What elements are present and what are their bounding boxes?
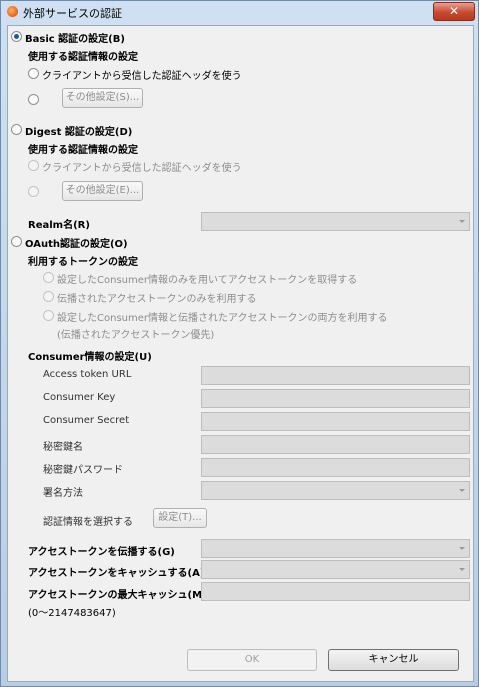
cache-token-label: アクセストークンをキャッシュする(A) xyxy=(28,568,205,579)
oauth-consumer-only-label: 設定したConsumer情報のみを用いてアクセストークンを取得する xyxy=(57,275,358,286)
realm-combo[interactable] xyxy=(201,212,470,231)
oauth-both-radio[interactable] xyxy=(43,310,54,321)
chevron-down-icon xyxy=(459,220,465,223)
basic-auth-label: Basic 認証の設定(B) xyxy=(25,34,125,45)
access-token-url-input[interactable] xyxy=(201,366,470,385)
digest-credentials-heading: 使用する認証情報の設定 xyxy=(28,145,138,156)
realm-label: Realm名(R) xyxy=(28,220,90,231)
close-button[interactable]: ✕ xyxy=(433,2,475,21)
private-key-password-label: 秘密鍵パスワード xyxy=(43,465,123,476)
max-cache-input[interactable] xyxy=(201,582,470,601)
consumer-secret-label: Consumer Secret xyxy=(43,415,130,426)
oauth-auth-label: OAuth認証の設定(O) xyxy=(25,239,128,250)
max-cache-range: (0～2147483647) xyxy=(28,608,116,619)
select-credentials-button[interactable]: 設定(T)... xyxy=(153,508,207,528)
basic-client-header-radio[interactable] xyxy=(28,68,39,79)
app-icon xyxy=(7,6,18,17)
chevron-down-icon xyxy=(459,547,465,550)
max-cache-label: アクセストークンの最大キャッシュ(M) xyxy=(28,590,207,601)
basic-client-header-label: クライアントから受信した認証ヘッダを使う xyxy=(42,71,242,82)
ok-button[interactable]: OK xyxy=(187,649,317,671)
oauth-token-heading: 利用するトークンの設定 xyxy=(28,257,138,268)
signature-method-label: 署名方法 xyxy=(43,488,83,499)
propagate-token-combo[interactable] xyxy=(201,539,470,558)
consumer-key-input[interactable] xyxy=(201,389,470,408)
chevron-down-icon xyxy=(459,489,465,492)
select-credentials-label: 認証情報を選択する xyxy=(43,517,133,528)
private-key-name-input[interactable] xyxy=(201,435,470,454)
window-title: 外部サービスの認証 xyxy=(23,7,122,20)
digest-other-settings-button[interactable]: その他設定(E)... xyxy=(62,181,143,201)
basic-credentials-heading: 使用する認証情報の設定 xyxy=(28,52,138,63)
consumer-key-label: Consumer Key xyxy=(43,392,116,403)
oauth-propagated-only-radio[interactable] xyxy=(43,291,54,302)
dialog-content: Basic 認証の設定(B) 使用する認証情報の設定 クライアントから受信した認… xyxy=(7,25,474,682)
oauth-both-note: (伝播されたアクセストークン優先) xyxy=(57,330,215,341)
oauth-consumer-only-radio[interactable] xyxy=(43,272,54,283)
signature-method-combo[interactable] xyxy=(201,481,470,500)
title-bar[interactable]: 外部サービスの認証 ✕ xyxy=(1,1,478,23)
digest-other-radio[interactable] xyxy=(28,186,39,197)
digest-client-header-radio[interactable] xyxy=(28,160,39,171)
consumer-secret-input[interactable] xyxy=(201,412,470,431)
cancel-button[interactable]: キャンセル xyxy=(328,649,459,671)
oauth-both-label: 設定したConsumer情報と伝播されたアクセストークンの両方を利用する xyxy=(57,313,388,324)
chevron-down-icon xyxy=(459,568,465,571)
digest-auth-label: Digest 認証の設定(D) xyxy=(25,127,133,138)
private-key-password-input[interactable] xyxy=(201,458,470,477)
cache-token-combo[interactable] xyxy=(201,560,470,579)
digest-client-header-label: クライアントから受信した認証ヘッダを使う xyxy=(42,163,242,174)
basic-auth-radio[interactable] xyxy=(11,31,22,42)
propagate-token-label: アクセストークンを伝播する(G) xyxy=(28,547,175,558)
dialog-window: 外部サービスの認証 ✕ Basic 認証の設定(B) 使用する認証情報の設定 ク… xyxy=(0,0,479,687)
private-key-name-label: 秘密鍵名 xyxy=(43,442,83,453)
basic-other-settings-button[interactable]: その他設定(S)... xyxy=(62,88,143,108)
oauth-auth-radio[interactable] xyxy=(11,236,22,247)
digest-auth-radio[interactable] xyxy=(11,124,22,135)
basic-other-radio[interactable] xyxy=(28,94,39,105)
oauth-propagated-only-label: 伝播されたアクセストークンのみを利用する xyxy=(57,294,257,305)
access-token-url-label: Access token URL xyxy=(43,369,132,380)
consumer-heading: Consumer情報の設定(U) xyxy=(28,352,152,363)
